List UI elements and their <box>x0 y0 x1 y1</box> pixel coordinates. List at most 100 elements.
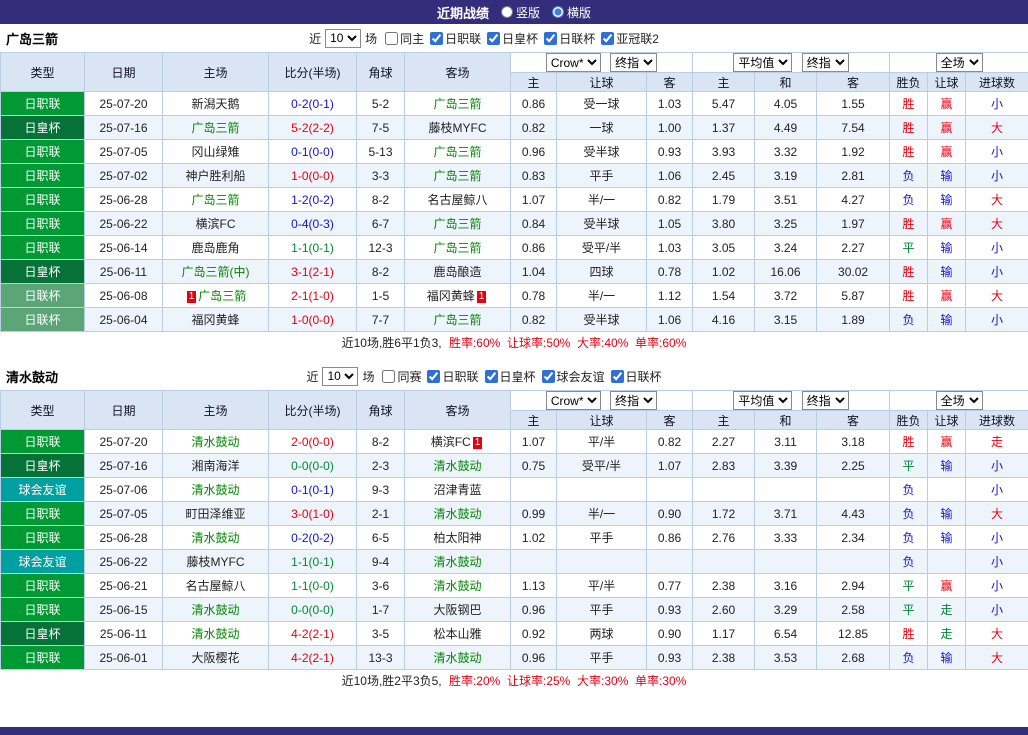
team-link[interactable]: 湘南海洋 <box>191 459 239 473</box>
ah-odds-time-select[interactable]: 终指 <box>610 53 658 72</box>
filter-checkbox[interactable] <box>430 31 444 45</box>
team-link[interactable]: 大阪钢巴 <box>433 603 481 617</box>
filter-checkbox[interactable] <box>484 369 498 383</box>
team-link[interactable]: 清水鼓动 <box>433 459 481 473</box>
team-link[interactable]: 清水鼓动 <box>433 651 481 665</box>
team-link[interactable]: 广岛三箭(中) <box>182 265 250 279</box>
team-link[interactable]: 广岛三箭 <box>191 121 239 135</box>
eu-away-odds: 12.85 <box>816 621 891 646</box>
filter-日联杯[interactable]: 日联杯 <box>540 30 595 47</box>
away-team-cell: 广岛三箭 <box>404 307 511 332</box>
team-link[interactable]: 柏太阳神 <box>433 531 481 545</box>
filter-同赛[interactable]: 同赛 <box>378 368 421 385</box>
filter-日联杯[interactable]: 日联杯 <box>607 368 662 385</box>
team-link[interactable]: 广岛三箭 <box>433 313 481 327</box>
away-team-cell: 清水鼓动 <box>404 573 511 598</box>
scope-dropdown: 全场 <box>889 52 1028 73</box>
score-cell: 0-1(0-1) <box>268 477 357 502</box>
eu-away-odds: 7.54 <box>816 115 891 140</box>
horizontal-radio[interactable] <box>552 6 564 18</box>
team-link[interactable]: 名古屋鲸八 <box>185 579 245 593</box>
filter-checkbox[interactable] <box>601 31 615 45</box>
page-title: 近期战绩 <box>436 5 489 21</box>
league-cell: 日职联 <box>0 429 85 454</box>
filter-checkbox[interactable] <box>382 369 396 383</box>
match-scope-select[interactable]: 全场 <box>935 391 983 410</box>
bookmaker-select[interactable]: Crow* <box>545 53 601 72</box>
ah-odds-time-select[interactable]: 终指 <box>610 391 658 410</box>
team-link[interactable]: 冈山绿雉 <box>191 145 239 159</box>
team-link[interactable]: 藤枝MYFC <box>429 121 487 135</box>
team-link[interactable]: 横滨FC <box>431 435 471 449</box>
ah-away-odds: 0.93 <box>645 645 694 670</box>
filter-checkbox[interactable] <box>427 369 441 383</box>
eu-odds-time-select[interactable]: 终指 <box>801 53 849 72</box>
eu-source-select[interactable]: 平均值 <box>733 391 793 410</box>
team-link[interactable]: 清水鼓动 <box>433 555 481 569</box>
recent-count-select[interactable]: 10 <box>322 366 359 386</box>
team-link[interactable]: 鹿岛鹿角 <box>191 241 239 255</box>
corner-cell: 3-6 <box>356 573 405 598</box>
team-link[interactable]: 清水鼓动 <box>191 603 239 617</box>
match-scope-select[interactable]: 全场 <box>935 53 983 72</box>
filter-checkbox[interactable] <box>487 31 501 45</box>
eu-home-odds: 4.16 <box>692 307 756 332</box>
team-link[interactable]: 沼津青蓝 <box>433 483 481 497</box>
eu-draw-odds <box>754 477 818 502</box>
team-link[interactable]: 清水鼓动 <box>191 531 239 545</box>
team-link[interactable]: 清水鼓动 <box>191 483 239 497</box>
subcolumn-header: 主 <box>692 72 756 92</box>
team-link[interactable]: 广岛三箭 <box>433 97 481 111</box>
filter-checkbox[interactable] <box>541 369 555 383</box>
team-link[interactable]: 藤枝MYFC <box>187 555 245 569</box>
filter-checkbox[interactable] <box>544 31 558 45</box>
filter-球会友谊[interactable]: 球会友谊 <box>538 368 605 385</box>
team-link[interactable]: 广岛三箭 <box>433 217 481 231</box>
team-link[interactable]: 清水鼓动 <box>433 507 481 521</box>
team-link[interactable]: 广岛三箭 <box>198 289 246 303</box>
corner-cell: 7-7 <box>356 307 405 332</box>
team-link[interactable]: 清水鼓动 <box>433 579 481 593</box>
result-handicap: 赢 <box>927 139 967 164</box>
recent-count-select[interactable]: 10 <box>325 28 362 48</box>
team-link[interactable]: 广岛三箭 <box>433 241 481 255</box>
vertical-radio[interactable] <box>500 6 513 18</box>
team-link[interactable]: 清水鼓动 <box>191 435 239 449</box>
team-link[interactable]: 大阪樱花 <box>191 651 239 665</box>
filter-checkbox[interactable] <box>385 31 399 45</box>
filter-日皇杯[interactable]: 日皇杯 <box>481 368 536 385</box>
team-link[interactable]: 广岛三箭 <box>433 169 481 183</box>
team-link[interactable]: 福冈黄蜂 <box>427 289 475 303</box>
filter-日职联[interactable]: 日职联 <box>426 30 481 47</box>
team-link[interactable]: 町田泽维亚 <box>185 507 245 521</box>
result-outcome: 胜 <box>889 259 929 284</box>
view-option-horizontal[interactable]: 横版 <box>552 4 591 21</box>
bookmaker-select[interactable]: Crow* <box>545 391 601 410</box>
result-goals: 走 <box>965 429 1028 454</box>
filter-日职联[interactable]: 日职联 <box>423 368 479 385</box>
team-link[interactable]: 松本山雅 <box>433 627 481 641</box>
eu-source-select[interactable]: 平均值 <box>733 53 793 72</box>
team-link[interactable]: 横滨FC <box>196 217 236 231</box>
filter-同主[interactable]: 同主 <box>381 30 424 47</box>
ah-away-odds: 0.82 <box>645 187 694 212</box>
result-outcome: 胜 <box>889 283 929 308</box>
score-cell: 1-2(0-2) <box>268 187 357 212</box>
eu-odds-time-select[interactable]: 终指 <box>801 391 849 410</box>
result-outcome: 胜 <box>889 621 929 646</box>
filter-亚冠联2[interactable]: 亚冠联2 <box>597 30 659 47</box>
team-link[interactable]: 福冈黄蜂 <box>191 313 239 327</box>
team-link[interactable]: 广岛三箭 <box>433 145 481 159</box>
match-row: 日职联 25-06-14 鹿岛鹿角 1-1(0-1) 12-3 广岛三箭 0.86 受平/半 1… <box>0 235 1028 260</box>
team-link[interactable]: 神户胜利船 <box>185 169 245 183</box>
team-link[interactable]: 新潟天鹅 <box>191 97 239 111</box>
column-header: 主场 <box>162 390 269 430</box>
team-link[interactable]: 鹿岛酿造 <box>433 265 481 279</box>
view-option-vertical[interactable]: 竖版 <box>500 4 540 21</box>
filter-checkbox[interactable] <box>610 369 624 383</box>
bottom-bar <box>0 727 1028 735</box>
team-link[interactable]: 广岛三箭 <box>191 193 239 207</box>
filter-日皇杯[interactable]: 日皇杯 <box>483 30 538 47</box>
team-link[interactable]: 名古屋鲸八 <box>427 193 487 207</box>
team-link[interactable]: 清水鼓动 <box>191 627 239 641</box>
